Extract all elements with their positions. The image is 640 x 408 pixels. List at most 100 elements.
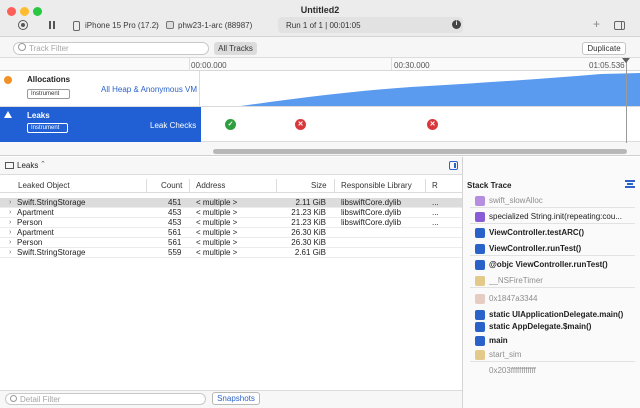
frame-icon	[475, 212, 485, 222]
frame-icon	[475, 336, 485, 346]
column-divider	[334, 179, 335, 192]
column-header-size[interactable]: Size	[311, 181, 327, 190]
frame-icon	[475, 310, 485, 320]
frame-icon	[475, 196, 485, 206]
stack-frame[interactable]: @objc ViewController.runTest()	[475, 259, 635, 271]
record-button[interactable]	[18, 20, 28, 30]
timeline-tick-mid: 00:30.000	[394, 61, 430, 70]
stack-frame-label: specialized String.init(repeating:cou...	[489, 212, 622, 221]
stack-frame-label: 0x203ffffffffffff	[489, 366, 536, 375]
timeline-scrollbar[interactable]	[213, 149, 627, 154]
leak-check-ok-icon[interactable]: ✓	[225, 119, 236, 130]
table-row[interactable]: › Person 561 < multiple > 26.30 KiB	[0, 238, 462, 248]
stack-frame-divider	[470, 255, 635, 256]
allocations-area	[241, 73, 640, 107]
stack-trace-options-icon[interactable]	[625, 180, 635, 188]
stack-frame[interactable]: main	[475, 335, 635, 347]
stack-frame-label: __NSFireTimer	[489, 276, 543, 285]
stack-frame-label: ViewController.testARC()	[489, 228, 584, 237]
allocations-graph	[201, 73, 640, 107]
column-header-count[interactable]: Count	[161, 181, 182, 190]
device-selector[interactable]: iPhone 15 Pro (17.2)	[85, 21, 159, 30]
stack-frame-divider	[470, 361, 635, 362]
record-icon	[21, 23, 25, 27]
track-filter-input[interactable]	[29, 43, 199, 53]
process-icon	[166, 21, 174, 29]
frame-icon	[475, 350, 485, 360]
column-divider	[189, 179, 190, 192]
leak-check-leak-icon[interactable]: ✕	[427, 119, 438, 130]
all-tracks-button[interactable]: All Tracks	[214, 42, 257, 55]
column-divider	[276, 179, 277, 192]
sidebar-toggle-icon[interactable]	[614, 21, 625, 30]
process-selector[interactable]: phw23-1-arc (88987)	[178, 21, 252, 30]
window-title: Untitled2	[300, 5, 340, 15]
table-row[interactable]: › Swift.StringStorage 559 < multiple > 2…	[0, 248, 462, 258]
leaks-instrument-menu[interactable]: Instrument	[27, 123, 68, 133]
detail-filter-input[interactable]	[20, 394, 200, 404]
filter-icon	[18, 43, 26, 51]
leaks-track-title: Leaks	[27, 111, 50, 120]
stack-frame[interactable]: __NSFireTimer	[475, 275, 635, 287]
column-divider	[146, 179, 147, 192]
stack-frame[interactable]: ViewController.testARC()	[475, 227, 635, 239]
stack-frame-label: @objc ViewController.runTest()	[489, 260, 608, 269]
allocations-detail-selector[interactable]: All Heap & Anonymous VM	[101, 85, 197, 94]
device-icon	[73, 21, 80, 31]
frame-icon	[475, 260, 485, 270]
stack-frame-label: ViewController.runTest()	[489, 244, 582, 253]
table-row[interactable]: › Apartment 561 < multiple > 26.30 KiB	[0, 228, 462, 238]
stack-frame[interactable]: 0x203ffffffffffff	[475, 365, 635, 377]
allocations-track-title: Allocations	[27, 75, 71, 84]
stack-frame[interactable]: 0x1847a3344	[475, 293, 635, 305]
allocations-icon	[4, 76, 12, 84]
playhead[interactable]	[626, 58, 627, 143]
timeline-tick-end: 01:05.536	[589, 61, 625, 70]
frame-icon	[475, 244, 485, 254]
column-header-leaked-object[interactable]: Leaked Object	[18, 181, 70, 190]
run-status-label: Run 1 of 1 | 00:01:05	[286, 21, 361, 30]
timeline-tick-start: 00:00.000	[191, 61, 227, 70]
table-row[interactable]: › Person 453 < multiple > 21.23 KiB libs…	[0, 218, 462, 228]
stack-frame-label: main	[489, 336, 508, 345]
leaks-detail-label: Leak Checks	[150, 121, 197, 130]
table-row[interactable]: › Apartment 453 < multiple > 21.23 KiB l…	[0, 208, 462, 218]
duplicate-button[interactable]: Duplicate	[582, 42, 626, 55]
table-row[interactable]: › Swift.StringStorage 451 < multiple > 2…	[0, 198, 462, 208]
snapshots-button[interactable]: Snapshots	[212, 392, 260, 405]
frame-icon	[475, 276, 485, 286]
column-divider	[425, 179, 426, 192]
filter-icon	[10, 395, 17, 402]
playhead-handle[interactable]	[622, 58, 630, 63]
frame-icon	[475, 322, 485, 332]
info-icon[interactable]: i	[452, 20, 461, 29]
pause-button[interactable]	[48, 20, 57, 30]
stack-trace-title: Stack Trace	[467, 181, 512, 190]
stack-frame-label: start_sim	[489, 350, 522, 359]
stack-frame[interactable]: specialized String.init(repeating:cou...	[475, 211, 635, 223]
leak-check-leak-icon[interactable]: ✕	[295, 119, 306, 130]
stack-frame-divider	[470, 287, 635, 288]
column-header-responsible-library[interactable]: Responsible Library	[341, 181, 412, 190]
stack-frame[interactable]: ViewController.runTest()	[475, 243, 635, 255]
frame-icon	[475, 294, 485, 304]
frame-icon	[475, 228, 485, 238]
stack-frame[interactable]: swift_slowAlloc	[475, 195, 635, 207]
stack-frame[interactable]: static AppDelegate.$main()	[475, 321, 635, 333]
inspector-toggle-icon[interactable]	[449, 161, 458, 170]
allocations-instrument-menu[interactable]: Instrument	[27, 89, 70, 99]
chevron-updown-icon[interactable]: ⌃	[40, 160, 46, 168]
stack-frame-label: 0x1847a3344	[489, 294, 538, 303]
table-icon	[5, 162, 14, 169]
stack-frame[interactable]: static UIApplicationDelegate.main()	[475, 309, 635, 321]
detail-navigation-bar	[0, 157, 462, 175]
stack-frame[interactable]: start_sim	[475, 349, 635, 361]
stack-frame-label: swift_slowAlloc	[489, 196, 543, 205]
column-header-address[interactable]: Address	[196, 181, 225, 190]
column-header-r[interactable]: R	[432, 181, 438, 190]
timeline-ruler[interactable]	[0, 58, 640, 71]
add-instrument-icon[interactable]: +	[593, 17, 600, 31]
pause-icon	[49, 21, 51, 29]
stack-frame-divider	[470, 207, 635, 208]
detail-mode-selector[interactable]: Leaks	[17, 161, 38, 170]
